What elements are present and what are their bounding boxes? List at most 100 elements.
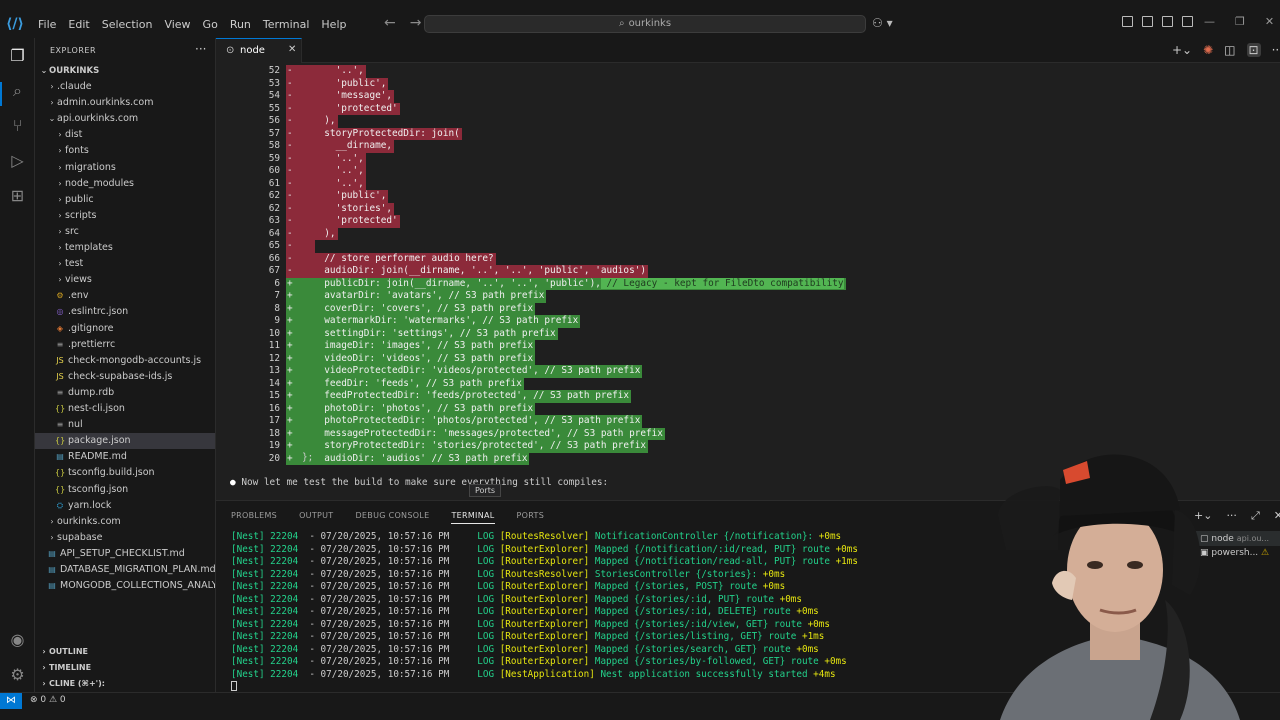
- toggle-secondary-sidebar-icon[interactable]: [1182, 16, 1193, 27]
- tree-item[interactable]: ⌄ api.ourkinks.com: [35, 111, 215, 127]
- menu-item-file[interactable]: File: [32, 18, 62, 31]
- tree-item[interactable]: ≡ dump.rdb: [35, 385, 215, 401]
- workspace-root[interactable]: ⌄ OURKINKS: [35, 63, 215, 79]
- tree-item[interactable]: ▤ API_SETUP_CHECKLIST.md: [35, 546, 215, 562]
- copilot-icon[interactable]: ⚇ ▾: [872, 16, 893, 30]
- tree-item[interactable]: ≡ .prettierrc: [35, 337, 215, 353]
- back-arrow-icon[interactable]: ←: [384, 15, 396, 31]
- panel-tab-terminal[interactable]: TERMINAL: [451, 511, 495, 524]
- tree-item[interactable]: {} tsconfig.build.json: [35, 465, 215, 481]
- tree-item[interactable]: ⛭ yarn.lock: [35, 498, 215, 514]
- tree-item[interactable]: {} package.json: [35, 433, 215, 450]
- diff-sign: -: [287, 140, 293, 151]
- log-context: [RouterExplorer]: [499, 631, 590, 642]
- code-content: settingDir: 'settings', // S3 path prefi…: [313, 327, 556, 339]
- terminal-log[interactable]: [Nest] 22204 - 07/20/2025, 10:57:16 PM L…: [231, 531, 858, 681]
- claude-icon[interactable]: ✺: [1203, 43, 1213, 57]
- menu-item-view[interactable]: View: [158, 18, 196, 31]
- tree-item[interactable]: › public: [35, 192, 215, 208]
- tree-item[interactable]: JS check-supabase-ids.js: [35, 369, 215, 385]
- command-center-search[interactable]: ⌕ ourkinks: [424, 15, 866, 33]
- tab-node[interactable]: ⊙ node ✕: [216, 38, 302, 63]
- tree-item[interactable]: {} tsconfig.json: [35, 482, 215, 498]
- tree-item[interactable]: {} nest-cli.json: [35, 401, 215, 417]
- forward-arrow-icon[interactable]: →: [410, 15, 422, 31]
- tree-item[interactable]: › .claude: [35, 79, 215, 95]
- more-actions-icon[interactable]: ···: [1272, 43, 1280, 57]
- account-icon[interactable]: ◉: [8, 630, 27, 649]
- tree-item[interactable]: ▤ DATABASE_MIGRATION_PLAN.md: [35, 562, 215, 578]
- extensions-icon[interactable]: ⊞: [8, 186, 27, 205]
- tree-item[interactable]: › admin.ourkinks.com: [35, 95, 215, 111]
- toggle-panel-icon[interactable]: [1162, 16, 1173, 27]
- line-number: 66: [268, 252, 280, 264]
- tree-item[interactable]: › dist: [35, 127, 215, 143]
- lock-icon[interactable]: ⊡: [1246, 43, 1261, 57]
- log-timestamp: - 07/20/2025, 10:57:16 PM: [298, 656, 478, 667]
- removed-line: 57- storyProtectedDir: join(: [216, 127, 1280, 140]
- menu-item-terminal[interactable]: Terminal: [257, 18, 316, 31]
- code-text: messageProtectedDir: 'messages/protected…: [313, 428, 663, 441]
- tree-item[interactable]: ▤ MONGODB_COLLECTIONS_ANALY...: [35, 578, 215, 594]
- source-control-icon[interactable]: ⑂: [8, 116, 27, 135]
- timeline-section[interactable]: › TIMELINE: [35, 660, 215, 676]
- explorer-icon[interactable]: ❐: [8, 46, 27, 65]
- toggle-sidebar-icon[interactable]: [1142, 16, 1153, 27]
- tree-item[interactable]: › test: [35, 256, 215, 272]
- menu-item-run[interactable]: Run: [224, 18, 257, 31]
- tree-item[interactable]: › ourkinks.com: [35, 514, 215, 530]
- tree-item[interactable]: JS check-mongodb-accounts.js: [35, 353, 215, 369]
- log-message: Nest application successfully started: [600, 668, 808, 680]
- log-message: NotificationController {/notification}:: [594, 531, 814, 542]
- tree-item[interactable]: ◈ .gitignore: [35, 321, 215, 337]
- tree-item[interactable]: ◎ .eslintrc.json: [35, 304, 215, 320]
- tree-item[interactable]: › views: [35, 272, 215, 288]
- tree-item[interactable]: › scripts: [35, 208, 215, 224]
- restore-icon[interactable]: ❐: [1235, 15, 1245, 28]
- minimize-icon[interactable]: —: [1204, 15, 1215, 28]
- menu-item-selection[interactable]: Selection: [96, 18, 159, 31]
- tree-item[interactable]: › migrations: [35, 160, 215, 176]
- more-actions-icon[interactable]: ···: [195, 42, 206, 56]
- tree-item-label: admin.ourkinks.com: [57, 97, 154, 109]
- panel-tab-ports[interactable]: PORTS: [517, 511, 545, 524]
- tree-item[interactable]: › node_modules: [35, 176, 215, 192]
- log-duration: +0ms: [762, 568, 786, 580]
- log-message: Mapped {/notification/read-all, PUT} rou…: [594, 556, 830, 567]
- tree-item[interactable]: › templates: [35, 240, 215, 256]
- panel-tab-output[interactable]: OUTPUT: [299, 511, 333, 524]
- code-content: '..',: [313, 152, 364, 164]
- panel-tab-debug-console[interactable]: DEBUG CONSOLE: [355, 511, 429, 524]
- search-view-icon[interactable]: ⌕: [8, 81, 27, 100]
- tree-item[interactable]: ▤ README.md: [35, 449, 215, 465]
- menu-item-edit[interactable]: Edit: [62, 18, 95, 31]
- file-js-icon: JS: [56, 371, 64, 381]
- tree-item-label: dist: [65, 129, 83, 141]
- log-prefix: [Nest] 22204: [231, 568, 299, 580]
- customize-layout-icon[interactable]: [1122, 16, 1133, 27]
- remote-indicator-icon[interactable]: ⋈: [0, 693, 22, 709]
- tree-item-label: check-mongodb-accounts.js: [68, 354, 202, 366]
- close-icon[interactable]: ✕: [288, 44, 296, 55]
- outline-section[interactable]: › OUTLINE: [35, 644, 215, 660]
- tree-item[interactable]: ≡ nul: [35, 417, 215, 433]
- tree-item[interactable]: › src: [35, 224, 215, 240]
- new-terminal-icon[interactable]: +⌄: [1172, 43, 1192, 57]
- settings-gear-icon[interactable]: ⚙: [8, 665, 27, 684]
- menu-item-go[interactable]: Go: [197, 18, 224, 31]
- cline-section[interactable]: › CLINE (⌘+'):: [35, 676, 215, 692]
- diff-sign: +: [287, 377, 293, 389]
- close-window-icon[interactable]: ✕: [1265, 15, 1274, 28]
- run-debug-icon[interactable]: ▷: [8, 151, 27, 170]
- tree-item[interactable]: › fonts: [35, 143, 215, 159]
- tree-item-label: MONGODB_COLLECTIONS_ANALY...: [60, 580, 215, 592]
- problems-status[interactable]: ⊗ 0 ⚠ 0: [30, 695, 66, 705]
- code-content: feedDir: 'feeds', // S3 path prefix: [313, 377, 522, 389]
- code-content: __dirname,: [313, 140, 393, 151]
- menu-item-help[interactable]: Help: [315, 18, 352, 31]
- tree-item[interactable]: › supabase: [35, 530, 215, 546]
- line-number: 62: [268, 190, 280, 201]
- panel-tab-problems[interactable]: PROBLEMS: [231, 511, 277, 524]
- tree-item[interactable]: ⚙ .env: [35, 288, 215, 304]
- split-editor-icon[interactable]: ◫: [1224, 43, 1235, 57]
